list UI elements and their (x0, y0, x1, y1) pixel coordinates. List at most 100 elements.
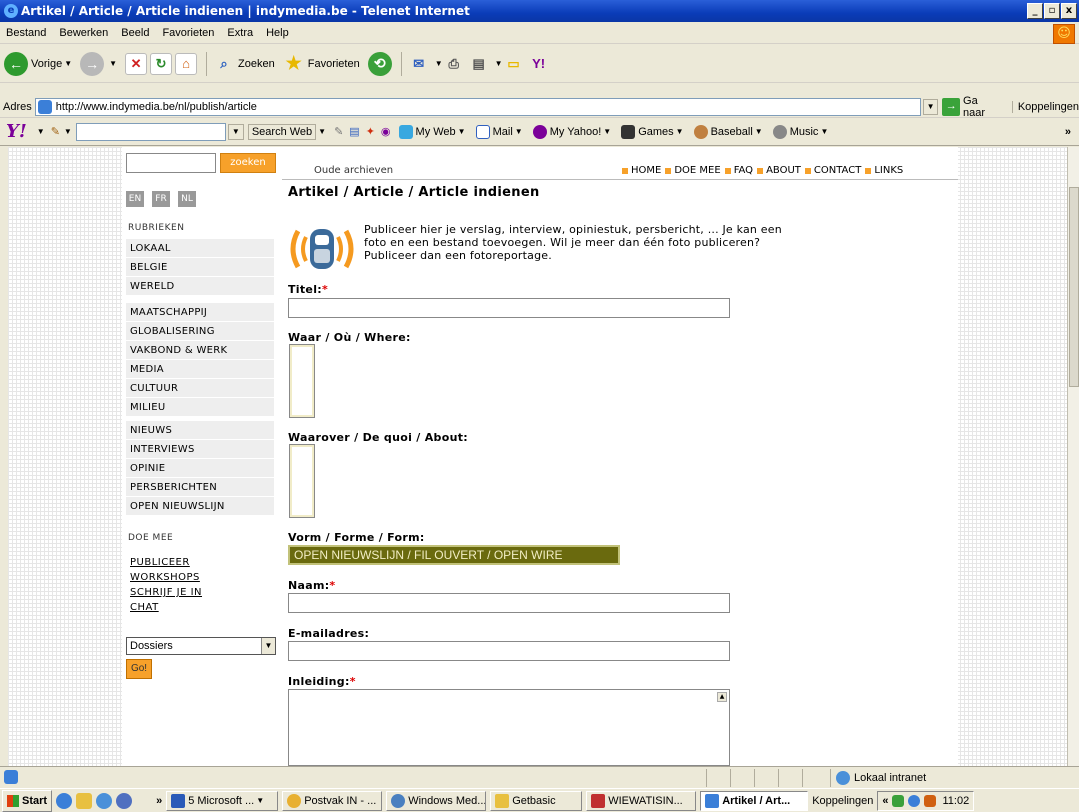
task-ie-article[interactable]: Artikel / Art... (700, 790, 809, 811)
links-button[interactable]: Koppelingen (1011, 100, 1079, 113)
maximize-button[interactable]: ▫ (1044, 3, 1060, 19)
browser-quicklaunch-icon[interactable] (96, 792, 113, 809)
go-button[interactable]: Ga naar (963, 95, 1002, 119)
lang-fr[interactable]: FR (152, 191, 170, 207)
vorm-select[interactable]: OPEN NIEUWSLIJN / FIL OUVERT / OPEN WIRE (288, 545, 620, 565)
yahoo-link-myweb[interactable]: My Web ▼ (398, 124, 466, 139)
yahoo-link-baseball[interactable]: Baseball ▼ (693, 124, 763, 139)
menu-beeld[interactable]: Beeld (121, 27, 149, 39)
messenger-icon[interactable]: ▭ (503, 53, 525, 75)
menu-bewerken[interactable]: Bewerken (59, 27, 108, 39)
stop-icon[interactable]: ✕ (125, 52, 148, 75)
tray-expand-icon[interactable]: « (882, 795, 888, 807)
ie-quicklaunch-icon[interactable] (56, 792, 73, 809)
task-wiewatisin[interactable]: WIEWATISIN... (586, 790, 697, 811)
quicklaunch-overflow-icon[interactable]: » (156, 795, 162, 807)
task-media-player[interactable]: Windows Med... (386, 790, 487, 811)
nav-item-media[interactable]: MEDIA (126, 360, 274, 379)
dossiers-select[interactable]: Dossiers ▼ (126, 637, 276, 655)
history-icon[interactable]: ⟲ (367, 51, 392, 76)
sync-icon[interactable] (908, 794, 921, 807)
user-icon[interactable] (924, 794, 937, 807)
task-outlook[interactable]: Postvak IN - ... (282, 790, 383, 811)
menu-icon[interactable]: ▤ (349, 125, 359, 138)
inleiding-textarea[interactable]: ▲ (288, 689, 730, 766)
yahoo-toolbar-icon[interactable]: Y! (528, 53, 550, 75)
yahoo-logo-icon[interactable]: Y! (6, 121, 27, 142)
media-quicklaunch-icon[interactable] (116, 792, 133, 809)
topnav-home[interactable]: HOME (631, 165, 661, 176)
task-getbasic[interactable]: Getbasic (490, 790, 583, 811)
search-web-button[interactable]: Search Web (247, 123, 317, 140)
nav-item-interviews[interactable]: INTERVIEWS (126, 440, 274, 459)
site-search-button[interactable]: zoeken (220, 153, 276, 173)
edit-icon[interactable]: ▤ (468, 53, 490, 75)
menu-extra[interactable]: Extra (227, 27, 253, 39)
dossiers-go-button[interactable]: Go! (126, 659, 152, 679)
minimize-button[interactable]: _ (1027, 3, 1043, 19)
waarover-textarea[interactable] (289, 444, 315, 518)
close-button[interactable]: x (1061, 3, 1077, 19)
nav-item-persberichten[interactable]: PERSBERICHTEN (126, 478, 274, 497)
site-search-input[interactable] (126, 153, 216, 173)
link-schrijf-je-in[interactable]: SCHRIJF JE IN (130, 585, 202, 600)
folder-quicklaunch-icon[interactable] (76, 792, 93, 809)
yahoo-link-music[interactable]: Music ▼ (772, 124, 828, 139)
link-publiceer[interactable]: PUBLICEER (130, 555, 202, 570)
waar-textarea[interactable] (289, 344, 315, 418)
scroll-up-icon[interactable]: ▲ (717, 692, 727, 702)
nav-item-wereld[interactable]: WERELD (126, 277, 274, 296)
nav-item-cultuur[interactable]: CULTUUR (126, 379, 274, 398)
menu-help[interactable]: Help (266, 27, 289, 39)
address-dropdown-button[interactable]: ▼ (922, 98, 939, 115)
yahoo-search-input[interactable] (75, 122, 226, 141)
radio-icon[interactable]: ◉ (381, 125, 391, 138)
forward-button[interactable]: → ▼ (80, 51, 117, 76)
nav-item-vakbond[interactable]: VAKBOND & WERK (126, 341, 274, 360)
nav-item-milieu[interactable]: MILIEU (126, 398, 274, 417)
yahoo-link-games[interactable]: Games ▼ (621, 124, 684, 139)
pencil-icon[interactable]: ✎ (51, 125, 60, 138)
nav-item-globalisering[interactable]: GLOBALISERING (126, 322, 274, 341)
refresh-icon[interactable]: ↻ (150, 52, 173, 75)
toolbar-overflow-icon[interactable]: » (1065, 126, 1071, 138)
home-icon[interactable]: ⌂ (175, 52, 198, 75)
nav-item-lokaal[interactable]: LOKAAL (126, 239, 274, 258)
network-icon[interactable] (892, 794, 905, 807)
topnav-faq[interactable]: FAQ (734, 165, 753, 176)
topnav-about[interactable]: ABOUT (766, 165, 801, 176)
lang-nl[interactable]: NL (178, 191, 196, 207)
task-word[interactable]: 5 Microsoft ... ▼ (166, 790, 279, 811)
start-button[interactable]: Start (2, 789, 53, 812)
titel-input[interactable] (288, 298, 730, 318)
taskbar-links[interactable]: Koppelingen (812, 795, 873, 807)
go-arrow-icon[interactable]: → (942, 97, 961, 116)
antispy-icon[interactable]: ✦ (366, 125, 375, 138)
menu-bestand[interactable]: Bestand (6, 27, 46, 39)
naam-input[interactable] (288, 593, 730, 613)
print-icon[interactable]: ⎙ (443, 53, 465, 75)
address-input[interactable]: http://www.indymedia.be/nl/publish/artic… (34, 97, 921, 116)
nav-item-opinie[interactable]: OPINIE (126, 459, 274, 478)
nav-item-belgie[interactable]: BELGIE (126, 258, 274, 277)
email-input[interactable] (288, 641, 730, 661)
link-chat[interactable]: CHAT (130, 600, 202, 615)
search-button[interactable]: ⌕ Zoeken (213, 53, 274, 75)
topnav-contact[interactable]: CONTACT (814, 165, 861, 176)
menu-favorieten[interactable]: Favorieten (162, 27, 214, 39)
window-title-bar[interactable]: e Artikel / Article / Article indienen |… (0, 0, 1079, 22)
lang-en[interactable]: EN (126, 191, 144, 207)
page-scrollbar[interactable] (1067, 147, 1079, 766)
link-workshops[interactable]: WORKSHOPS (130, 570, 202, 585)
topnav-doe-mee[interactable]: DOE MEE (674, 165, 720, 176)
back-button[interactable]: ← Vorige ▼ (4, 51, 72, 76)
yahoo-search-dropdown[interactable]: ▼ (227, 123, 244, 140)
scrollbar-thumb[interactable] (1069, 187, 1079, 387)
favorites-button[interactable]: ★ Favorieten (283, 53, 360, 75)
highlight-icon[interactable]: ✎ (334, 125, 343, 138)
nav-item-nieuws[interactable]: NIEUWS (126, 421, 274, 440)
yahoo-link-mail[interactable]: Mail ▼ (475, 124, 523, 139)
nav-item-maatschappij[interactable]: MAATSCHAPPIJ (126, 303, 274, 322)
yahoo-link-myyahoo[interactable]: My Yahoo! ▼ (532, 124, 611, 139)
mail-icon[interactable]: ✉ (408, 53, 430, 75)
